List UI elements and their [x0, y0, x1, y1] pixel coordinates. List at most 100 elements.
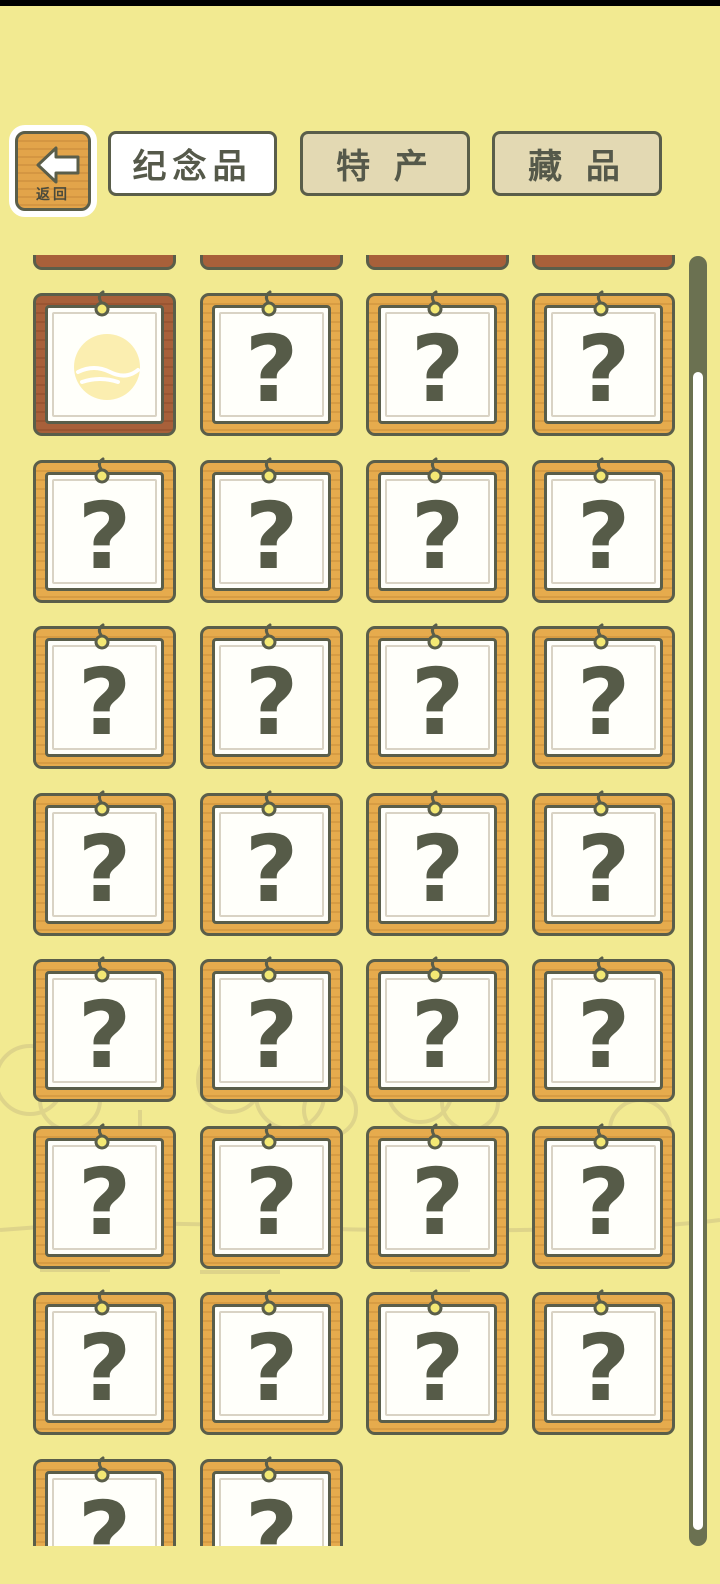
collection-item-locked[interactable]: ? — [33, 1289, 176, 1435]
back-button[interactable]: 返回 — [9, 125, 97, 217]
hook-icon — [589, 623, 615, 655]
item-card: ? — [45, 1137, 164, 1257]
collection-item-locked[interactable]: ? — [366, 290, 509, 436]
collection-item-locked[interactable]: ? — [200, 1289, 343, 1435]
collection-item-locked[interactable]: ? — [532, 1289, 675, 1435]
question-mark-icon: ? — [410, 1315, 465, 1422]
item-card: ? — [544, 1304, 663, 1423]
hook-icon — [90, 457, 116, 489]
moon-icon — [72, 332, 142, 402]
item-card: ? — [378, 804, 497, 924]
item-card: ? — [544, 305, 663, 424]
hook-icon — [423, 457, 449, 489]
collection-item-locked[interactable]: ? — [532, 290, 675, 436]
hook-icon — [423, 1289, 449, 1321]
hook-icon — [257, 956, 283, 988]
hook-icon — [90, 623, 116, 655]
item-card: ? — [212, 638, 331, 757]
question-mark-icon: ? — [77, 1315, 132, 1422]
collection-item-found[interactable] — [33, 290, 176, 436]
question-mark-icon: ? — [77, 649, 132, 756]
item-card: ? — [212, 471, 331, 591]
question-mark-icon: ? — [410, 815, 465, 923]
question-mark-icon: ? — [244, 1148, 299, 1256]
item-card: ? — [544, 471, 663, 591]
item-card: ? — [212, 1137, 331, 1257]
item-card: ? — [212, 1304, 331, 1423]
collection-item-locked[interactable]: ? — [532, 623, 675, 769]
collection-item-locked[interactable]: ? — [366, 623, 509, 769]
collection-item-locked[interactable]: ? — [33, 1456, 176, 1546]
item-card: ? — [212, 804, 331, 924]
collection-item-locked[interactable]: ? — [33, 790, 176, 936]
question-mark-icon: ? — [410, 649, 465, 756]
collection-item-locked[interactable]: ? — [200, 457, 343, 603]
hook-icon — [589, 790, 615, 822]
collection-item-locked[interactable]: ? — [532, 457, 675, 603]
hook-icon — [423, 1123, 449, 1155]
collection-item[interactable] — [532, 255, 675, 270]
collection-item-locked[interactable]: ? — [33, 956, 176, 1102]
question-mark-icon: ? — [576, 1315, 631, 1422]
question-mark-icon: ? — [576, 982, 631, 1089]
question-mark-icon: ? — [244, 316, 299, 423]
question-mark-icon: ? — [244, 815, 299, 923]
scrollbar-thumb[interactable] — [693, 372, 703, 1530]
tab-souvenirs[interactable]: 纪念品 — [108, 131, 277, 196]
item-card: ? — [378, 471, 497, 591]
question-mark-icon: ? — [576, 815, 631, 923]
hook-icon — [90, 1123, 116, 1155]
collection-item[interactable] — [200, 255, 343, 270]
item-card: ? — [45, 471, 164, 591]
status-bar — [0, 0, 720, 6]
collection-item-locked[interactable]: ? — [366, 1289, 509, 1435]
tab-collectibles[interactable]: 藏 品 — [492, 131, 662, 196]
collection-item-locked[interactable]: ? — [33, 623, 176, 769]
hook-icon — [257, 1123, 283, 1155]
collection-item-locked[interactable]: ? — [200, 1456, 343, 1546]
item-card: ? — [378, 305, 497, 424]
item-card: ? — [45, 971, 164, 1090]
souvenir-grid[interactable]: ????????????????????????????? — [0, 255, 690, 1546]
item-card: ? — [378, 971, 497, 1090]
collection-item-locked[interactable]: ? — [532, 956, 675, 1102]
hook-icon — [257, 623, 283, 655]
collection-item-locked[interactable]: ? — [200, 290, 343, 436]
hook-icon — [90, 290, 116, 322]
back-label: 返回 — [36, 187, 70, 203]
item-card: ? — [378, 638, 497, 757]
item-card: ? — [212, 305, 331, 424]
hook-icon — [589, 1123, 615, 1155]
question-mark-icon: ? — [244, 1481, 299, 1546]
question-mark-icon: ? — [244, 1315, 299, 1422]
question-mark-icon: ? — [576, 316, 631, 423]
item-card: ? — [45, 1304, 164, 1423]
item-card: ? — [378, 1304, 497, 1423]
collection-item[interactable] — [33, 255, 176, 270]
collection-item-locked[interactable]: ? — [200, 623, 343, 769]
hook-icon — [257, 290, 283, 322]
item-card — [45, 305, 164, 424]
collection-item-locked[interactable]: ? — [366, 790, 509, 936]
collection-item-locked[interactable]: ? — [33, 1123, 176, 1269]
item-card: ? — [212, 971, 331, 1090]
hook-icon — [589, 457, 615, 489]
question-mark-icon: ? — [77, 482, 132, 590]
hook-icon — [257, 457, 283, 489]
collection-item-locked[interactable]: ? — [200, 790, 343, 936]
collection-item-locked[interactable]: ? — [366, 1123, 509, 1269]
collection-item-locked[interactable]: ? — [200, 1123, 343, 1269]
item-card: ? — [544, 638, 663, 757]
tab-specialties[interactable]: 特 产 — [300, 131, 470, 196]
collection-item[interactable] — [366, 255, 509, 270]
hook-icon — [257, 790, 283, 822]
collection-item-locked[interactable]: ? — [200, 956, 343, 1102]
collection-item-locked[interactable]: ? — [33, 457, 176, 603]
item-card: ? — [378, 1137, 497, 1257]
collection-item-locked[interactable]: ? — [366, 457, 509, 603]
collection-item-locked[interactable]: ? — [532, 1123, 675, 1269]
collection-item-locked[interactable]: ? — [366, 956, 509, 1102]
item-card: ? — [45, 804, 164, 924]
item-card: ? — [45, 638, 164, 757]
collection-item-locked[interactable]: ? — [532, 790, 675, 936]
